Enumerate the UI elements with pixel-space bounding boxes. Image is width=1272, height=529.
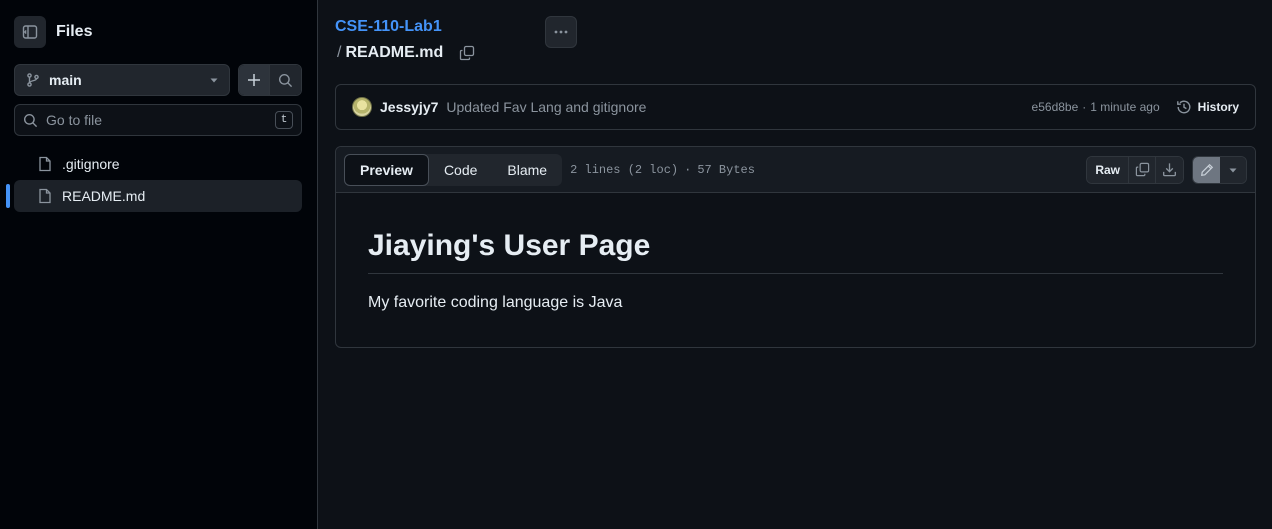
search-files-button[interactable] [270, 65, 301, 95]
file-tree-sidebar: Files main Go to file t .gitignore READM… [0, 0, 318, 529]
file-viewer-header: Preview Code Blame 2 lines (2 loc) · 57 … [336, 147, 1255, 193]
copy-path-button[interactable] [459, 45, 475, 61]
search-icon [23, 113, 38, 127]
file-icon [39, 156, 51, 172]
file-viewer: Preview Code Blame 2 lines (2 loc) · 57 … [335, 146, 1256, 348]
copy-icon [460, 45, 475, 61]
raw-button[interactable]: Raw [1087, 156, 1129, 183]
collapse-sidebar-button[interactable] [14, 16, 46, 48]
avatar[interactable] [352, 97, 372, 117]
file-size: 57 Bytes [697, 162, 755, 177]
file-icon [39, 188, 51, 204]
file-tree-item-gitignore[interactable]: .gitignore [14, 148, 302, 180]
file-name: .gitignore [62, 156, 120, 172]
pencil-icon [1200, 163, 1213, 176]
info-separator: · [684, 162, 692, 177]
edit-file-button[interactable] [1193, 156, 1220, 183]
line-count: 2 lines (2 loc) [570, 162, 679, 177]
git-branch-icon [27, 73, 39, 87]
plus-icon [248, 74, 260, 86]
main-content: CSE-110-Lab1 / README.md Jessyjy7 Update… [319, 0, 1272, 529]
history-button[interactable]: History [1176, 99, 1239, 115]
search-icon [278, 73, 293, 87]
file-info: 2 lines (2 loc) · 57 Bytes [570, 163, 755, 177]
branch-selector-button[interactable]: main [14, 64, 230, 96]
breadcrumb: / README.md [337, 44, 475, 62]
commit-sha-link[interactable]: e56d8be [1032, 100, 1079, 114]
download-button[interactable] [1156, 156, 1183, 183]
view-mode-tabs: Preview Code Blame [344, 153, 563, 186]
history-label: History [1197, 100, 1239, 114]
edit-options-dropdown[interactable] [1220, 156, 1246, 183]
latest-commit-bar: Jessyjy7 Updated Fav Lang and gitignore … [335, 84, 1256, 130]
go-to-file-search: t [14, 104, 302, 136]
file-actions: Raw [1086, 155, 1247, 184]
readme-paragraph: My favorite coding language is Java [368, 294, 623, 311]
more-options-button[interactable] [545, 16, 577, 48]
commit-message-link[interactable]: Updated Fav Lang and gitignore [446, 99, 646, 115]
active-indicator [6, 184, 10, 208]
raw-copy-download-group: Raw [1086, 155, 1184, 184]
triangle-down-icon [1229, 168, 1237, 172]
sidebar-header: Files [14, 16, 92, 48]
edit-group [1192, 155, 1247, 184]
go-to-file-input[interactable] [46, 112, 267, 128]
commit-time: 1 minute ago [1090, 100, 1160, 114]
file-tree: .gitignore README.md [6, 148, 302, 212]
triangle-down-icon [210, 78, 218, 83]
file-tree-item-readme[interactable]: README.md [6, 180, 302, 212]
tab-preview[interactable]: Preview [344, 153, 429, 186]
add-file-button[interactable] [239, 65, 271, 95]
breadcrumb-file-name: README.md [345, 44, 444, 61]
commit-meta: e56d8be · 1 minute ago [1032, 100, 1160, 114]
tab-code[interactable]: Code [429, 154, 492, 186]
sidebar-action-group [238, 64, 302, 96]
copy-icon [1135, 162, 1149, 177]
readme-preview: Jiaying's User Page My favorite coding l… [336, 193, 1255, 312]
download-icon [1163, 163, 1176, 177]
meta-separator: · [1082, 100, 1087, 114]
sidebar-collapse-icon [22, 25, 38, 39]
file-name: README.md [62, 188, 146, 204]
tab-blame[interactable]: Blame [492, 154, 562, 186]
breadcrumb-separator: / [337, 44, 342, 61]
branch-name: main [49, 72, 82, 88]
copy-raw-button[interactable] [1129, 156, 1156, 183]
readme-heading: Jiaying's User Page [368, 229, 1223, 274]
keyboard-shortcut-hint: t [275, 111, 293, 129]
kebab-horizontal-icon [554, 30, 568, 34]
sidebar-title: Files [56, 23, 93, 40]
breadcrumb-repo-link[interactable]: CSE-110-Lab1 [335, 18, 442, 36]
commit-author-link[interactable]: Jessyjy7 [380, 99, 438, 115]
history-icon [1176, 100, 1191, 114]
